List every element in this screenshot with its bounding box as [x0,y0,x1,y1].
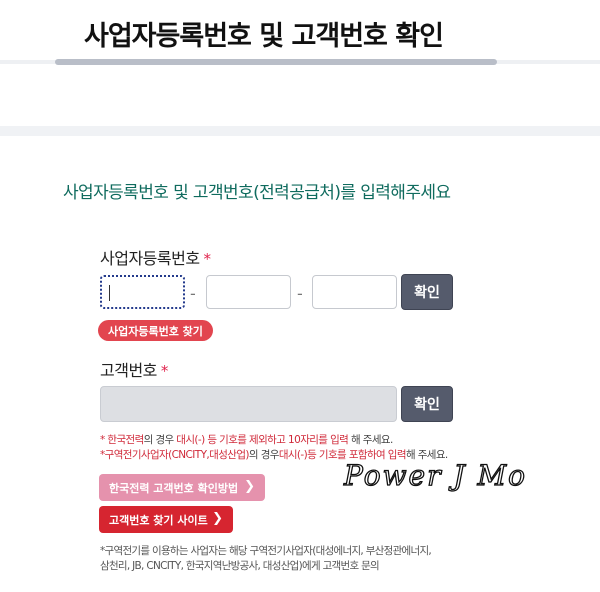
chevron-right-icon: ❯ [244,479,255,494]
button-label: 한국전력 고객번호 확인방법 [109,481,239,495]
business-number-label: 사업자등록번호 * [100,245,211,269]
button-label: 고객번호 찾기 사이트 [109,513,208,527]
footer-note-line2: 삼천리, JB, CNCITY, 한국지역난방공사, 대성산업)에게 고객번호 … [100,560,380,572]
business-number-part3-input[interactable] [312,275,397,309]
business-number-label-text: 사업자등록번호 [100,249,200,268]
business-number-part1-input[interactable] [100,275,185,309]
separator-dash: - [297,284,303,303]
customer-number-input[interactable] [100,386,397,422]
note-operator: 구역전기사업자(CNCITY,대성산업) [104,449,250,461]
watermark: Power J Mo [343,458,528,492]
note-text: 의 경우 [248,449,280,461]
section-divider [0,126,600,136]
customer-number-label: 고객번호 * [100,357,168,381]
page-title: 사업자등록번호 및 고객번호 확인 [84,21,444,52]
customer-number-confirm-button[interactable]: 확인 [401,386,453,422]
note-kepco: 한국전력 [107,434,144,446]
required-mark: * [160,362,169,380]
kepco-input-note: * 한국전력의 경우 대시(-) 등 기호를 제외하고 10자리를 입력 해 주… [100,432,393,447]
required-mark: * [203,250,212,268]
text-caret [109,285,110,301]
footer-note-line1: *구역전기를 이용하는 사업자는 해당 구역전기사업자(대성에너지, 부산정관에… [100,545,432,557]
form-subheading: 사업자등록번호 및 고객번호(전력공급처)를 입력해주세요 [63,183,451,203]
business-number-part2-input[interactable] [206,275,291,309]
separator-dash: - [190,284,196,303]
customer-number-search-site-button[interactable]: 고객번호 찾기 사이트 ❯ [99,506,233,533]
customer-number-label-text: 고객번호 [100,361,157,380]
note-text: 의 경우 [143,434,177,446]
note-emphasis: 대시(-) 등 기호를 제외하고 10자리를 입력 [176,434,349,446]
business-number-confirm-button[interactable]: 확인 [401,274,453,310]
kepco-customer-number-method-button[interactable]: 한국전력 고객번호 확인방법 ❯ [99,474,265,501]
find-business-number-button[interactable]: 사업자등록번호 찾기 [98,320,213,341]
title-underline [55,59,497,65]
chevron-right-icon: ❯ [212,511,223,526]
note-text: 해 주세요. [348,434,393,446]
